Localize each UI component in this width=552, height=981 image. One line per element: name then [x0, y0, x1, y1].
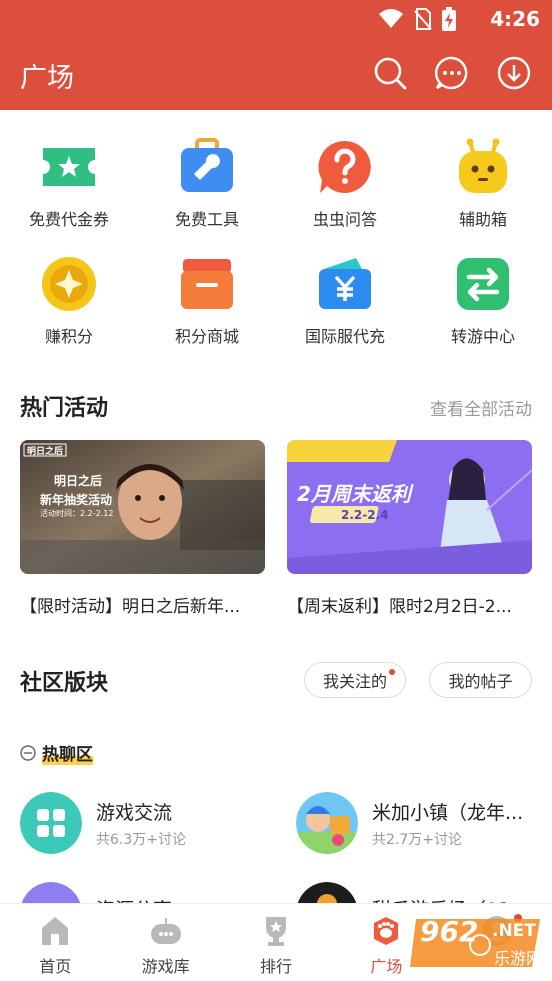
- grid-label: 转游中心: [450, 327, 515, 346]
- trophy-icon: [265, 917, 286, 946]
- banner-line: 活动时间：2.2-2.12: [40, 509, 114, 518]
- banner-line: 新年抽奖活动: [40, 493, 113, 507]
- grid-item-intl-recharge[interactable]: 国际服代充: [276, 255, 414, 350]
- app-screen: 4:26 广场 免费代金券 免费工具 虫虫问答 辅助箱 赚积分 积分商城 国际服…: [0, 0, 552, 981]
- header-bar: 4:26 广场: [0, 0, 552, 110]
- grid-item-coupon[interactable]: 免费代金券: [0, 138, 138, 233]
- feature-grid: 免费代金券 免费工具 虫虫问答 辅助箱 赚积分 积分商城 国际服代充 转游中心: [0, 138, 552, 350]
- notification-dot: [389, 669, 395, 675]
- forum-name: 米加小镇（龙年...: [372, 801, 524, 824]
- following-label: 我关注的: [322, 672, 387, 691]
- toolbox-icon: [181, 138, 233, 192]
- grid-label: 积分商城: [174, 327, 239, 346]
- tab-ranking[interactable]: 排行: [221, 904, 331, 981]
- wifi-icon: [379, 9, 403, 28]
- store-icon: [181, 259, 233, 309]
- assistant-robot-icon: [459, 138, 507, 193]
- forum-item[interactable]: 米加小镇（龙年... 共2.7万+讨论: [296, 792, 523, 854]
- banner-dates: 2.2-2.4: [341, 508, 389, 522]
- grid-label: 免费工具: [174, 210, 239, 229]
- grid-label: 虫虫问答: [312, 210, 377, 229]
- tab-label: 首页: [39, 957, 72, 976]
- watermark-suffix: .NET: [492, 921, 536, 941]
- page-title: 广场: [20, 63, 74, 94]
- gamepad-icon: [150, 918, 181, 944]
- download-icon[interactable]: [496, 55, 532, 91]
- grid-item-assistant[interactable]: 辅助箱: [414, 138, 552, 233]
- my-posts-button[interactable]: 我的帖子: [429, 662, 532, 698]
- watermark-logo: 962 .NET 乐游网: [410, 913, 546, 973]
- activity-card-1[interactable]: 明日之后 明日之后 新年抽奖活动 活动时间：2.2-2.12: [20, 440, 265, 574]
- grid-label: 辅助箱: [458, 210, 507, 229]
- question-icon: [318, 140, 371, 193]
- home-icon: [42, 917, 69, 945]
- plaza-icon: [374, 917, 399, 945]
- banner-line: 明日之后: [54, 474, 103, 488]
- coupon-icon: [43, 148, 95, 186]
- forum-avatar: [296, 792, 358, 854]
- collapse-icon[interactable]: [20, 744, 36, 761]
- tab-label: 游戏库: [141, 957, 190, 976]
- forum-meta: 共6.3万+讨论: [96, 831, 186, 848]
- forum-avatar: [20, 792, 82, 854]
- grid-label: 国际服代充: [304, 327, 385, 346]
- activity-card-2[interactable]: 2月周末返利 2.2-2.4: [287, 440, 532, 574]
- grid-item-qa[interactable]: 虫虫问答: [276, 138, 414, 233]
- status-time: 4:26: [490, 7, 540, 31]
- grid-item-earn-points[interactable]: 赚积分: [0, 255, 138, 350]
- message-icon[interactable]: [434, 55, 470, 91]
- grid-item-points-store[interactable]: 积分商城: [138, 255, 276, 350]
- hot-activities-title: 热门活动: [20, 396, 109, 421]
- watermark-text: 乐游网: [494, 949, 543, 968]
- grid-label: 免费代金券: [28, 210, 109, 229]
- tab-home[interactable]: 首页: [0, 904, 110, 981]
- grid-label: 赚积分: [44, 327, 93, 346]
- forum-item[interactable]: 游戏交流 共6.3万+讨论: [20, 792, 186, 854]
- wallet-yen-icon: [319, 258, 371, 309]
- tab-game-library[interactable]: 游戏库: [110, 904, 220, 981]
- view-all-activities-link[interactable]: 查看全部活动: [430, 395, 532, 420]
- tab-label: 广场: [370, 957, 403, 976]
- status-bar: 4:26: [0, 0, 552, 38]
- no-sim-icon: [414, 8, 432, 30]
- grid-item-free-tools[interactable]: 免费工具: [138, 138, 276, 233]
- hot-zone-label: 热聊区: [42, 740, 93, 765]
- forum-name: 游戏交流: [96, 801, 173, 824]
- search-icon[interactable]: [372, 55, 408, 91]
- swap-icon: [457, 258, 509, 310]
- battery-charging-icon: [442, 7, 456, 31]
- coin-icon: [42, 257, 96, 311]
- banner-logo: 明日之后: [27, 447, 64, 457]
- community-title: 社区版块: [20, 671, 109, 696]
- cartoon-town-icon: [296, 792, 358, 854]
- activity-banner-2: [287, 440, 532, 574]
- activity-caption-1[interactable]: 【限时活动】明日之后新年...: [20, 592, 265, 617]
- grid-apps-icon: [20, 792, 82, 854]
- grid-item-transfer-center[interactable]: 转游中心: [414, 255, 552, 350]
- hot-zone-header[interactable]: 热聊区: [20, 740, 93, 765]
- tab-label: 排行: [259, 957, 292, 976]
- banner-title: 2月周末返利: [297, 482, 411, 506]
- activity-caption-2[interactable]: 【周末返利】限时2月2日-2...: [287, 592, 532, 617]
- watermark-number: 962: [420, 915, 479, 948]
- forum-meta: 共2.7万+讨论: [372, 831, 462, 848]
- my-posts-label: 我的帖子: [448, 672, 513, 691]
- following-button[interactable]: 我关注的: [304, 662, 406, 698]
